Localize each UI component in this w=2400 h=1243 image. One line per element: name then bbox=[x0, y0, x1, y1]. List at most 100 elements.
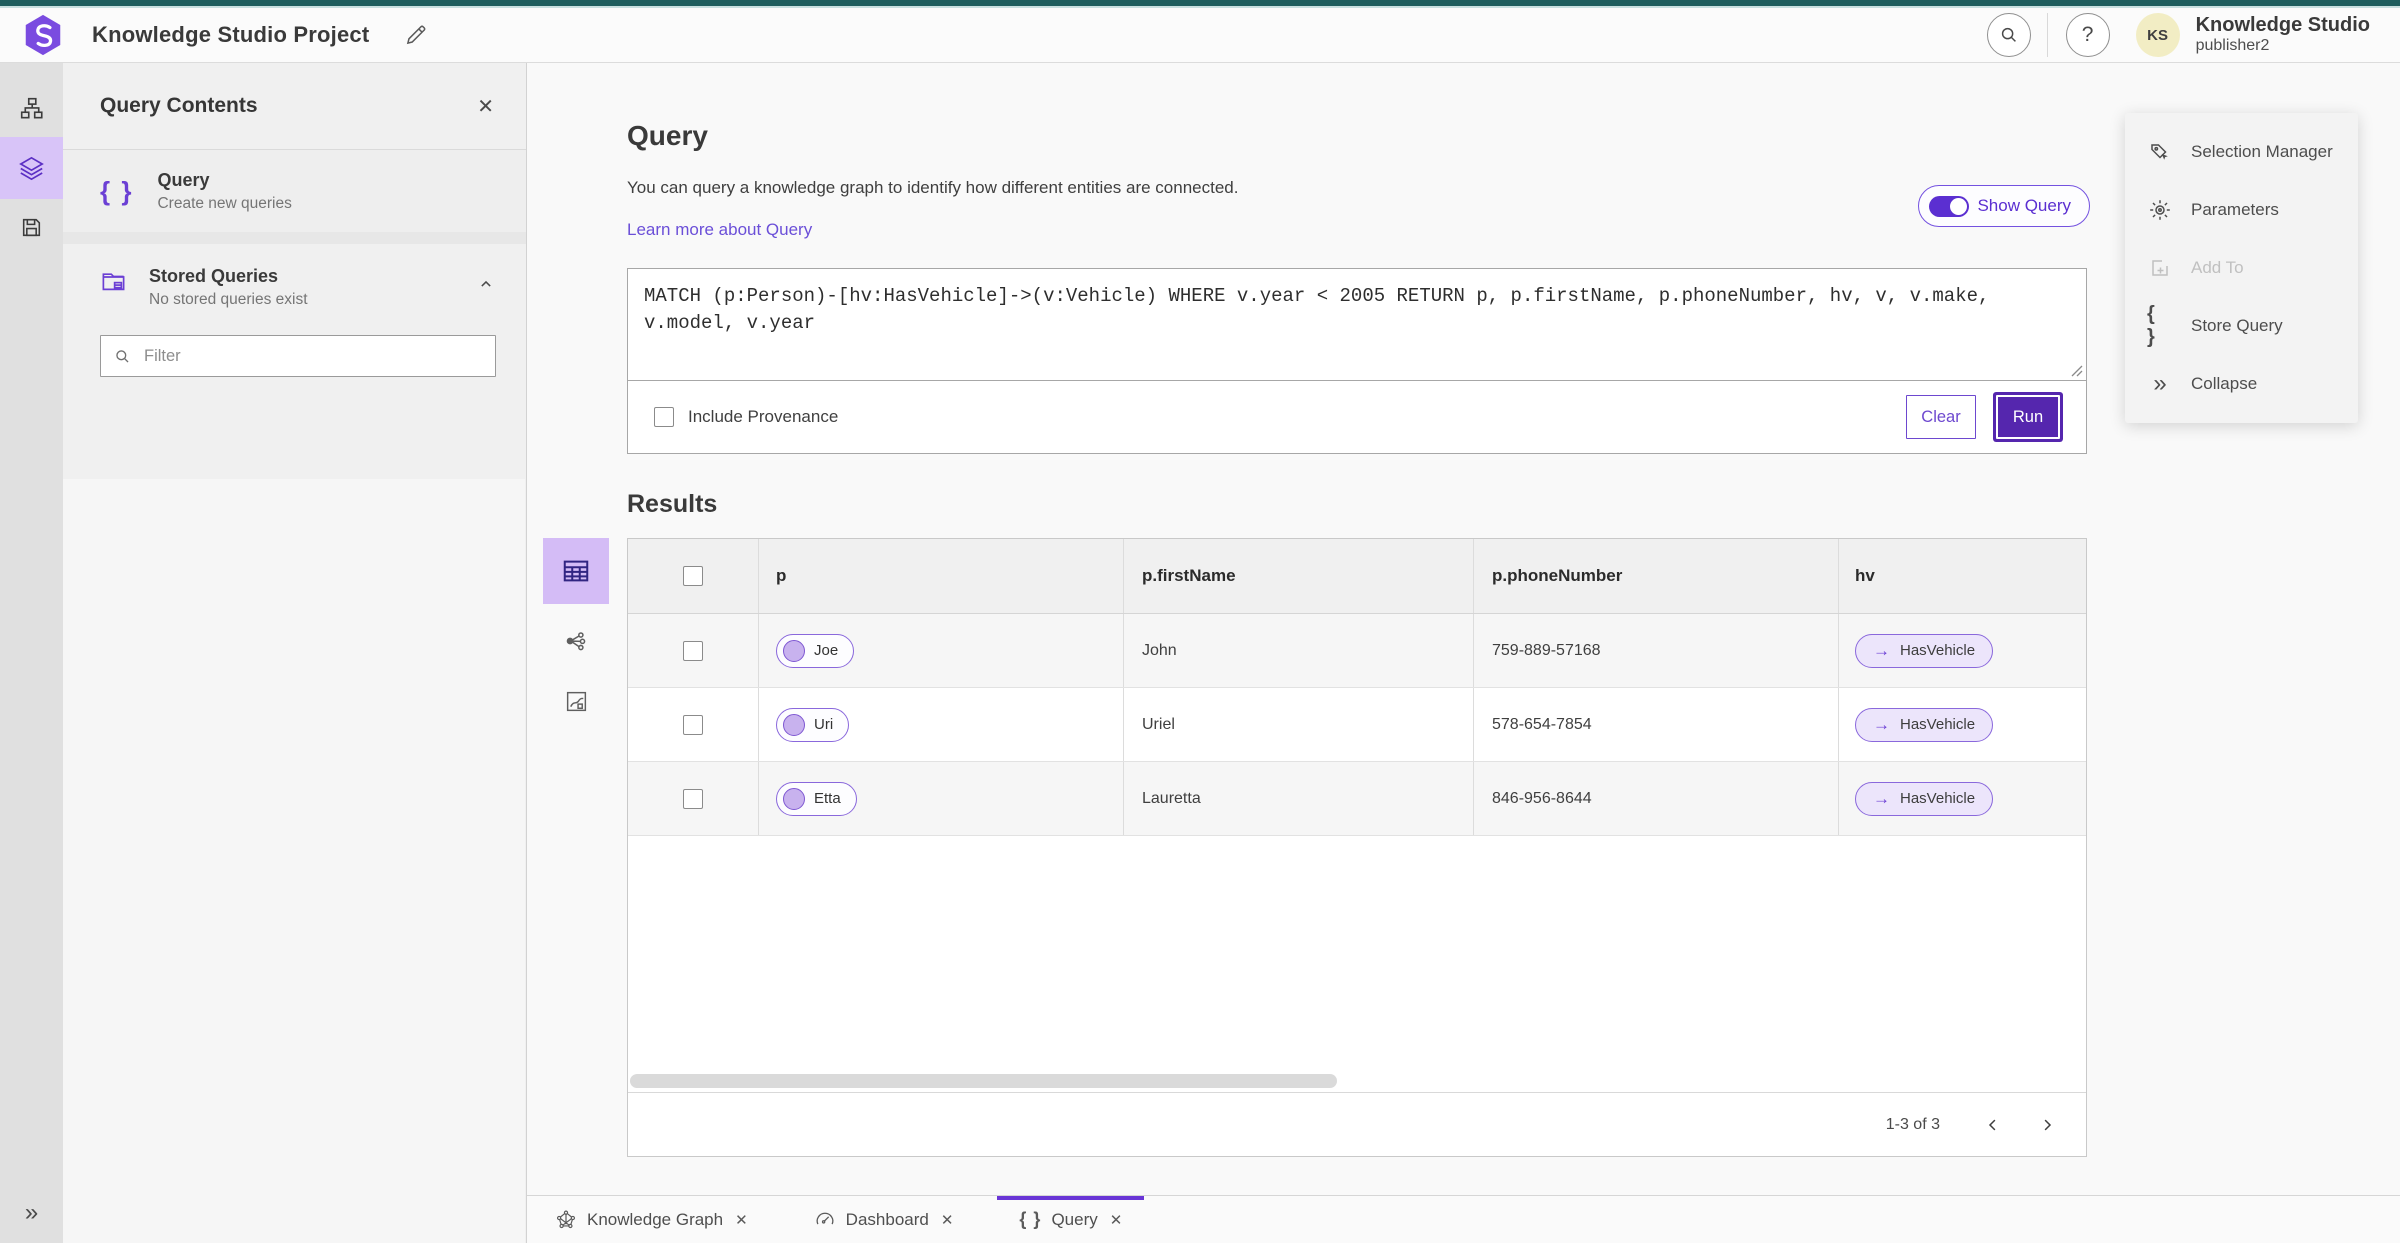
tab-dashboard[interactable]: Dashboard ✕ bbox=[792, 1196, 976, 1243]
panel-item-query[interactable]: { } Query Create new queries bbox=[63, 150, 526, 232]
toggle-switch bbox=[1929, 195, 1970, 217]
chart-view-button[interactable] bbox=[543, 678, 609, 724]
search-button[interactable] bbox=[1986, 13, 2031, 57]
pencil-icon bbox=[403, 22, 429, 48]
query-contents-panel: Query Contents ✕ { } Query Create new qu… bbox=[63, 63, 527, 1243]
chevron-right-icon bbox=[2038, 1116, 2056, 1134]
cell-firstname: John bbox=[1142, 641, 1177, 659]
table-row: Uri Uriel 578-654-7854 → HasVehicle bbox=[628, 688, 2086, 762]
panel-title: Query Contents bbox=[100, 94, 258, 117]
braces-icon: { } bbox=[2147, 303, 2157, 348]
collapse-item[interactable]: » Collapse bbox=[2125, 355, 2358, 413]
tab-close-button[interactable]: ✕ bbox=[1110, 1211, 1123, 1229]
search-icon bbox=[1998, 24, 2020, 46]
header-divider bbox=[2046, 13, 2048, 57]
table-header-row: p p.firstName p.phoneNumber hv bbox=[628, 539, 2086, 614]
stored-queries-description: No stored queries exist bbox=[149, 291, 308, 308]
main-content: Query You can query a knowledge graph to… bbox=[527, 63, 2400, 1195]
stored-queries-label: Stored Queries bbox=[149, 266, 279, 286]
add-to-icon bbox=[2147, 256, 2173, 280]
entity-pill[interactable]: Uri bbox=[776, 707, 850, 742]
project-title: Knowledge Studio Project bbox=[92, 22, 370, 47]
column-header-hv: hv bbox=[1855, 566, 1875, 585]
include-provenance-checkbox[interactable] bbox=[654, 407, 674, 427]
include-provenance-label: Include Provenance bbox=[688, 407, 839, 426]
clear-button[interactable]: Clear bbox=[1906, 395, 1976, 439]
entity-label: Uri bbox=[814, 716, 834, 733]
filter-input[interactable] bbox=[144, 346, 483, 366]
close-icon: ✕ bbox=[1109, 1211, 1123, 1229]
tab-close-button[interactable]: ✕ bbox=[941, 1211, 954, 1229]
tab-query[interactable]: { } Query ✕ bbox=[997, 1196, 1144, 1243]
rail-item-layers[interactable] bbox=[0, 137, 63, 199]
node-circle-icon bbox=[783, 713, 805, 736]
tab-label: Knowledge Graph bbox=[587, 1209, 724, 1229]
entity-pill[interactable]: Etta bbox=[776, 781, 857, 816]
selection-manager-item[interactable]: Selection Manager bbox=[2125, 123, 2358, 181]
parameters-label: Parameters bbox=[2191, 200, 2279, 219]
resize-grip-icon[interactable] bbox=[2071, 365, 2083, 377]
close-icon: ✕ bbox=[735, 1211, 748, 1229]
relation-label: HasVehicle bbox=[1900, 790, 1976, 807]
show-query-toggle[interactable]: Show Query bbox=[1918, 185, 2090, 227]
results-table: p p.firstName p.phoneNumber hv Joe John … bbox=[627, 538, 2087, 1157]
show-query-label: Show Query bbox=[1977, 196, 2071, 215]
cell-phonenumber: 846-956-8644 bbox=[1492, 789, 1592, 807]
results-view-switcher bbox=[543, 538, 609, 1157]
selection-manager-label: Selection Manager bbox=[2191, 142, 2333, 161]
query-textarea[interactable]: MATCH (p:Person)-[hv:HasVehicle]->(v:Veh… bbox=[628, 269, 2086, 380]
entity-label: Etta bbox=[814, 790, 841, 807]
parameters-item[interactable]: Parameters bbox=[2125, 181, 2358, 239]
bottom-tab-bar: Knowledge Graph ✕ Dashboard ✕ { } Query … bbox=[527, 1195, 2400, 1243]
close-icon: ✕ bbox=[477, 95, 494, 118]
node-circle-icon bbox=[783, 787, 805, 810]
query-item-description: Create new queries bbox=[157, 194, 292, 212]
table-pagination-row: 1-3 of 3 bbox=[628, 1092, 2086, 1156]
previous-page-button[interactable] bbox=[1976, 1108, 2010, 1142]
relation-pill[interactable]: → HasVehicle bbox=[1855, 781, 1994, 816]
user-name: publisher2 bbox=[2195, 37, 2270, 55]
entity-label: Joe bbox=[814, 642, 839, 659]
folder-icon bbox=[100, 268, 127, 295]
run-button[interactable]: Run bbox=[1996, 395, 2060, 439]
relation-pill[interactable]: → HasVehicle bbox=[1855, 633, 1994, 668]
row-checkbox[interactable] bbox=[683, 788, 703, 809]
store-query-item[interactable]: { } Store Query bbox=[2125, 297, 2358, 355]
table-icon bbox=[561, 556, 591, 586]
stored-queries-header[interactable]: Stored Queries No stored queries exist bbox=[100, 266, 496, 309]
panel-close-button[interactable]: ✕ bbox=[477, 94, 494, 119]
query-actions-panel: Selection Manager Parameters Add To { } bbox=[2125, 113, 2358, 423]
add-to-item: Add To bbox=[2125, 239, 2358, 297]
braces-icon: { } bbox=[100, 175, 134, 206]
horizontal-scrollbar[interactable] bbox=[630, 1074, 1337, 1088]
learn-more-link[interactable]: Learn more about Query bbox=[627, 220, 812, 240]
relation-pill[interactable]: → HasVehicle bbox=[1855, 707, 1994, 742]
hierarchy-icon bbox=[19, 96, 45, 122]
table-view-button[interactable] bbox=[543, 538, 609, 604]
avatar[interactable]: KS bbox=[2135, 13, 2180, 57]
row-checkbox[interactable] bbox=[683, 640, 703, 661]
collapse-label: Collapse bbox=[2191, 374, 2258, 393]
query-textarea-wrap: MATCH (p:Person)-[hv:HasVehicle]->(v:Veh… bbox=[628, 269, 2086, 381]
panel-header: Query Contents ✕ bbox=[63, 63, 526, 150]
filter-field bbox=[100, 335, 496, 377]
help-button[interactable]: ? bbox=[2065, 13, 2110, 57]
tab-knowledge-graph[interactable]: Knowledge Graph ✕ bbox=[533, 1196, 770, 1243]
results-title: Results bbox=[627, 490, 718, 518]
next-page-button[interactable] bbox=[2030, 1108, 2064, 1142]
column-header-firstname: p.firstName bbox=[1142, 566, 1236, 585]
row-checkbox[interactable] bbox=[683, 714, 703, 735]
app-logo-icon bbox=[20, 12, 66, 58]
pagination-label: 1-3 of 3 bbox=[1885, 1115, 1940, 1133]
arrow-right-icon: → bbox=[1873, 714, 1890, 734]
tab-close-button[interactable]: ✕ bbox=[735, 1211, 748, 1229]
layers-icon bbox=[18, 155, 45, 182]
entity-pill[interactable]: Joe bbox=[776, 633, 855, 668]
expand-rail-button[interactable]: » bbox=[0, 1195, 63, 1231]
results-area: p p.firstName p.phoneNumber hv Joe John … bbox=[543, 538, 2400, 1157]
edit-project-title-button[interactable] bbox=[403, 22, 429, 48]
select-all-checkbox[interactable] bbox=[683, 566, 703, 586]
graph-view-button[interactable] bbox=[543, 618, 609, 664]
rail-item-hierarchy[interactable] bbox=[0, 81, 63, 137]
rail-item-save[interactable] bbox=[0, 199, 63, 255]
